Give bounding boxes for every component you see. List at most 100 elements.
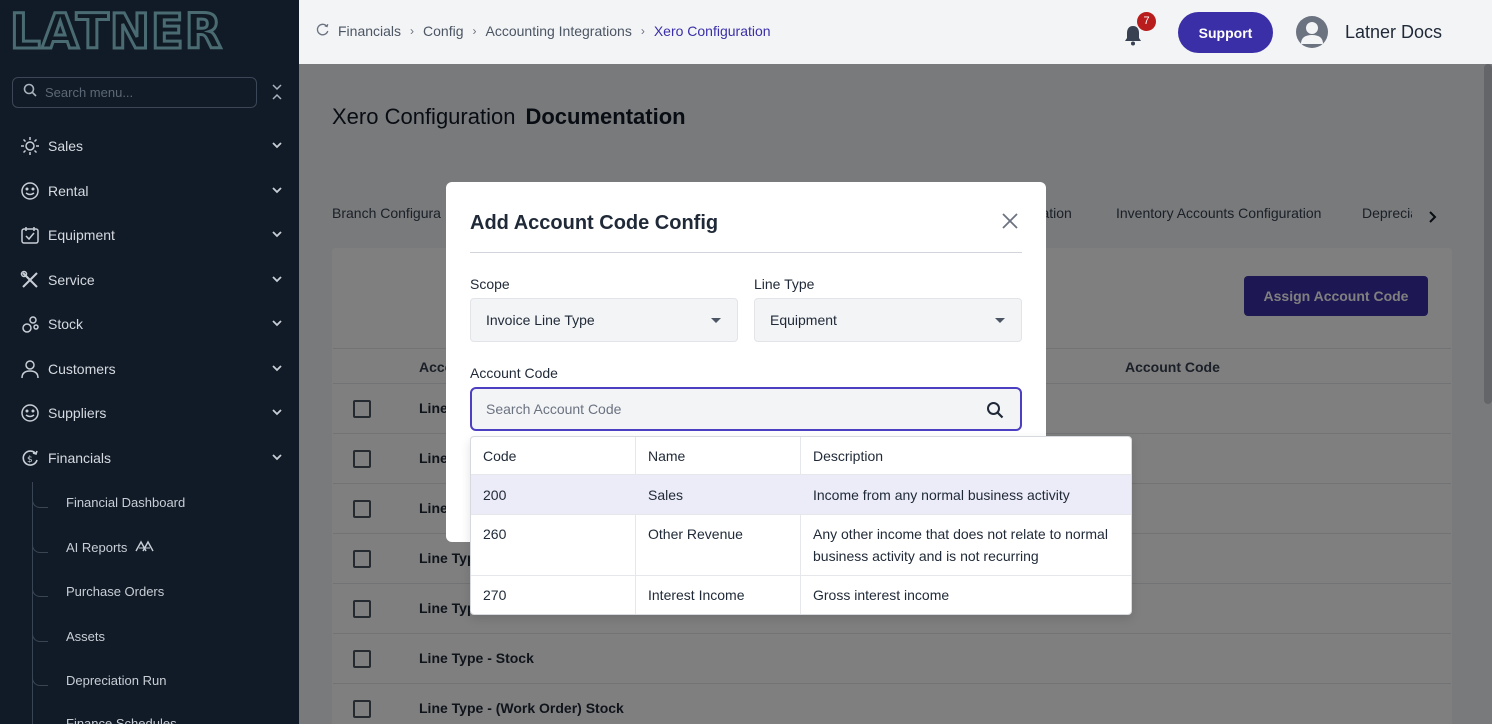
top-header: Financials › Config › Accounting Integra… [299,0,1492,64]
sidebar: LATNER Search menu... Sales Rental Equip… [0,0,299,724]
ai-sparkle-icon [135,540,155,555]
sidebar-subitem-assets[interactable]: Assets [66,629,105,644]
equipment-icon [20,225,40,245]
caret-down-icon [711,318,721,323]
result-code: 260 [483,526,507,542]
notification-badge: 7 [1137,12,1156,31]
sidebar-item-label: Stock [48,316,84,332]
account-code-search-input[interactable] [486,401,966,417]
sidebar-item-customers[interactable]: Customers [0,349,299,389]
sidebar-item-label: Suppliers [48,405,107,421]
result-description: Any other income that does not relate to… [813,526,1108,564]
sidebar-item-label: Sales [48,138,84,154]
chevron-down-icon [271,405,283,421]
search-icon[interactable] [986,401,1004,424]
sidebar-subitem-finance-schedules[interactable]: Finance Schedules [66,716,177,724]
chevron-down-icon [271,450,283,466]
tree-branch [32,674,48,686]
result-description: Gross interest income [813,587,950,603]
tree-line [32,482,33,724]
svg-text:$: $ [27,455,33,465]
result-name: Sales [648,487,684,503]
breadcrumb-accounting-integrations[interactable]: Accounting Integrations [486,23,632,39]
result-name: Interest Income [648,587,745,603]
service-icon [20,270,40,290]
account-code-label: Account Code [470,365,558,381]
tree-branch [32,585,48,597]
breadcrumb-config[interactable]: Config [423,23,463,39]
user-name[interactable]: Latner Docs [1345,22,1442,43]
financials-icon [315,22,330,40]
account-code-search-field[interactable] [470,387,1022,431]
chevron-down-icon [271,138,283,154]
account-code-results: Code Name Description 200 Sales Income f… [470,436,1132,615]
rental-icon [20,181,40,201]
result-code: 270 [483,587,507,603]
breadcrumb-xero-configuration[interactable]: Xero Configuration [654,23,771,39]
modal-title: Add Account Code Config [470,212,719,234]
sidebar-item-label: Service [48,272,95,288]
result-code: 200 [483,487,507,503]
sidebar-subitem-ai-reports[interactable]: AI Reports [66,540,155,555]
sidebar-item-label: Financials [48,450,112,466]
result-name: Other Revenue [648,526,743,542]
line-type-value: Equipment [770,312,837,328]
sidebar-item-sales[interactable]: Sales [0,126,299,166]
result-row[interactable]: 260 Other Revenue Any other income that … [471,515,1131,576]
sidebar-item-label: Rental [48,183,89,199]
breadcrumb-financials[interactable]: Financials [338,23,401,39]
result-row[interactable]: 200 Sales Income from any normal busines… [471,475,1131,515]
sidebar-item-stock[interactable]: Stock [0,304,299,344]
scope-value: Invoice Line Type [486,312,595,328]
line-type-label: Line Type [754,276,815,292]
sidebar-item-suppliers[interactable]: Suppliers [0,393,299,433]
collapse-sidebar-icon[interactable] [269,83,285,101]
financials-icon: $ [20,448,40,468]
sidebar-item-label: Equipment [48,227,115,243]
suppliers-icon [20,403,40,423]
chevron-right-icon: › [472,24,477,38]
sidebar-subitem-label: AI Reports [66,540,128,555]
results-header: Code Name Description [471,437,1131,475]
result-row[interactable]: 270 Interest Income Gross interest incom… [471,576,1131,614]
caret-down-icon [995,318,1005,323]
sidebar-item-service[interactable]: Service [0,260,299,300]
support-button[interactable]: Support [1178,12,1273,53]
header-description: Description [813,448,884,464]
sidebar-item-financials[interactable]: $ Financials [0,438,299,478]
person-icon [20,359,40,379]
tree-branch [32,630,48,642]
sidebar-item-label: Customers [48,361,116,377]
sales-icon [20,136,40,156]
header-name: Name [648,448,686,464]
chevron-down-icon [271,227,283,243]
menu-search-placeholder: Search menu... [45,85,134,100]
chevron-down-icon [271,361,283,377]
avatar[interactable] [1296,16,1328,48]
chevron-right-icon: › [410,24,415,38]
tree-branch [32,541,48,553]
line-type-select[interactable]: Equipment [754,298,1022,342]
scope-label: Scope [470,276,510,292]
header-code: Code [483,448,517,464]
chevron-down-icon [271,272,283,288]
sidebar-item-rental[interactable]: Rental [0,171,299,211]
menu-search-input[interactable]: Search menu... [12,77,257,108]
scope-select[interactable]: Invoice Line Type [470,298,738,342]
latner-logo[interactable]: LATNER [9,7,224,58]
close-icon[interactable] [1001,212,1019,230]
result-description: Income from any normal business activity [813,487,1070,503]
breadcrumb: Financials › Config › Accounting Integra… [315,22,771,40]
stock-icon [20,314,40,334]
chevron-right-icon: › [640,24,645,38]
tree-branch [32,719,48,724]
sidebar-subitem-depreciation-run[interactable]: Depreciation Run [66,673,166,688]
sidebar-subitem-financial-dashboard[interactable]: Financial Dashboard [66,495,185,510]
sidebar-item-equipment[interactable]: Equipment [0,215,299,255]
sidebar-subitem-purchase-orders[interactable]: Purchase Orders [66,584,164,599]
chevron-down-icon [271,316,283,332]
divider [470,252,1022,253]
chevron-down-icon [271,183,283,199]
search-icon [23,83,37,102]
tree-branch [32,496,48,508]
